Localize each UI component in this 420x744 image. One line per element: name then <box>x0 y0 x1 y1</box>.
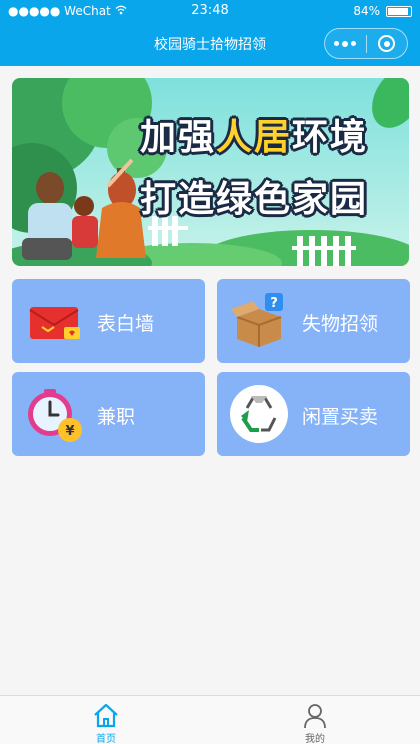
banner-line1-highlight: 人居 <box>216 117 293 158</box>
menu-card-label: 失物招领 <box>302 313 379 335</box>
home-icon <box>92 702 120 730</box>
battery-percent: 84% <box>353 4 380 18</box>
menu-card-second-hand[interactable]: 闲置买卖 <box>217 372 410 456</box>
target-close-icon <box>378 35 396 52</box>
banner-line1-part1: 加强 <box>140 117 217 158</box>
tab-mine[interactable]: 我的 <box>245 696 385 744</box>
menu-card-label: 表白墙 <box>97 313 155 335</box>
menu-card-part-time[interactable]: ¥ 兼职 <box>12 372 205 456</box>
banner-headline-line2: 打造绿色家园 <box>140 179 369 220</box>
menu-card-label: 闲置买卖 <box>302 406 379 428</box>
bottom-tab-bar: 首页 我的 <box>0 695 420 744</box>
tab-label: 我的 <box>305 734 325 744</box>
home-banner[interactable]: 加强人居环境 打造绿色家园 <box>12 78 409 266</box>
menu-card-label: 兼职 <box>97 406 136 428</box>
banner-line1-part2: 环境 <box>292 117 369 158</box>
recycle-icon <box>229 384 289 444</box>
close-mini-program-button[interactable] <box>367 29 408 58</box>
red-envelope-icon <box>24 291 84 351</box>
mini-program-capsule <box>324 28 408 59</box>
battery-icon <box>386 5 412 17</box>
menu-card-confession-wall[interactable]: 表白墙 <box>12 279 205 363</box>
nav-bar: 校园骑士拾物招领 <box>0 22 420 66</box>
user-icon <box>301 702 329 730</box>
svg-text:?: ? <box>270 296 278 311</box>
banner-headline-line1: 加强人居环境 <box>140 108 368 160</box>
menu-card-lost-and-found[interactable]: ? 失物招领 <box>217 279 410 363</box>
status-bar: ●●●●● WeChat 23:48 84% <box>0 0 420 22</box>
tab-home[interactable]: 首页 <box>36 696 176 744</box>
svg-text:¥: ¥ <box>65 424 74 439</box>
more-button[interactable] <box>325 29 366 58</box>
tab-label: 首页 <box>96 734 116 744</box>
more-dots-icon <box>334 40 357 47</box>
clock-money-icon: ¥ <box>24 384 84 444</box>
question-box-icon: ? <box>229 291 289 351</box>
